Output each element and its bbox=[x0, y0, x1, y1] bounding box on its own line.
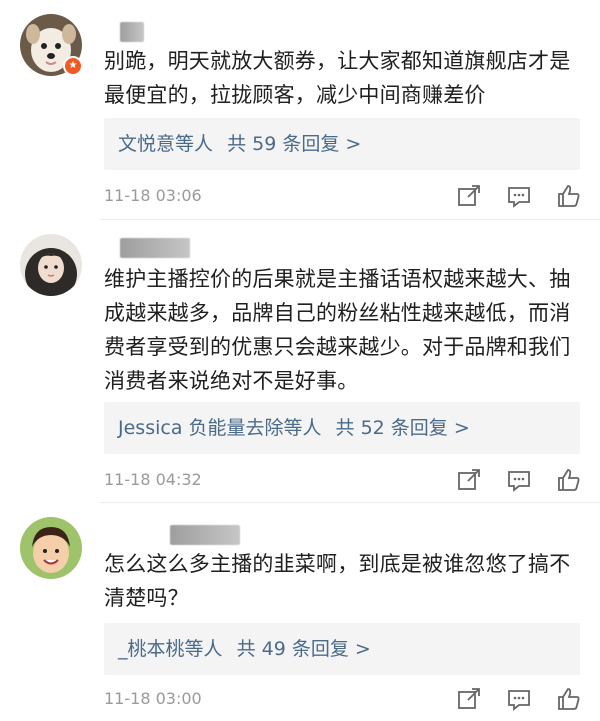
comment-3: 怎么这么多主播的韭菜啊，到底是被谁忽悠了搞不清楚吗？ _桃本桃等人 共 49 条… bbox=[0, 503, 600, 721]
comment-icon[interactable] bbox=[506, 686, 532, 712]
avatar-girl[interactable] bbox=[20, 234, 82, 296]
comment-actions bbox=[456, 183, 586, 211]
avatar-boy[interactable] bbox=[20, 517, 82, 579]
thumbs-up-icon[interactable] bbox=[556, 467, 582, 493]
comment-icon[interactable] bbox=[506, 467, 532, 493]
comment-actions bbox=[456, 467, 586, 495]
username-blurred[interactable] bbox=[120, 238, 190, 258]
username-blurred[interactable] bbox=[170, 525, 240, 545]
reply-summary[interactable]: 文悦意等人 共 59 条回复 > bbox=[104, 118, 580, 170]
comment-text: 维护主播控价的后果就是主播话语权越来越大、抽成越来越多，品牌自己的粉丝粘性越来越… bbox=[104, 267, 571, 393]
comment-time: 11-18 03:06 bbox=[104, 186, 202, 205]
comment-1: ★ 别跪，明天就放大额券，让大家都知道旗舰店才是最便宜的，拉拢顾客，减少中间商赚… bbox=[0, 0, 600, 218]
reply-users: _桃本桃等人 bbox=[118, 638, 223, 660]
thumbs-up-icon[interactable] bbox=[556, 183, 582, 209]
reply-count: 共 52 条回复 > bbox=[335, 417, 470, 439]
thumbs-up-icon[interactable] bbox=[556, 686, 582, 712]
reply-summary[interactable]: Jessica 负能量去除等人 共 52 条回复 > bbox=[104, 402, 580, 454]
comment-time: 11-18 04:32 bbox=[104, 470, 202, 489]
comment-text: 别跪，明天就放大额券，让大家都知道旗舰店才是最便宜的，拉拢顾客，减少中间商赚差价 bbox=[104, 49, 571, 107]
reply-count: 共 49 条回复 > bbox=[236, 638, 371, 660]
reply-count: 共 59 条回复 > bbox=[227, 133, 362, 155]
reply-users: 文悦意等人 bbox=[118, 133, 214, 155]
username-blurred[interactable] bbox=[120, 22, 144, 42]
share-icon[interactable] bbox=[456, 686, 482, 712]
comment-2: 维护主播控价的后果就是主播话语权越来越大、抽成越来越多，品牌自己的粉丝粘性越来越… bbox=[0, 220, 600, 500]
share-icon[interactable] bbox=[456, 183, 482, 209]
comment-text: 怎么这么多主播的韭菜啊，到底是被谁忽悠了搞不清楚吗？ bbox=[104, 552, 571, 610]
reply-users: Jessica 负能量去除等人 bbox=[118, 417, 322, 439]
share-icon[interactable] bbox=[456, 467, 482, 493]
comment-time: 11-18 03:00 bbox=[104, 689, 202, 708]
verified-badge-icon: ★ bbox=[63, 56, 83, 76]
comment-actions bbox=[456, 686, 586, 714]
reply-summary[interactable]: _桃本桃等人 共 49 条回复 > bbox=[104, 623, 580, 675]
comment-icon[interactable] bbox=[506, 183, 532, 209]
